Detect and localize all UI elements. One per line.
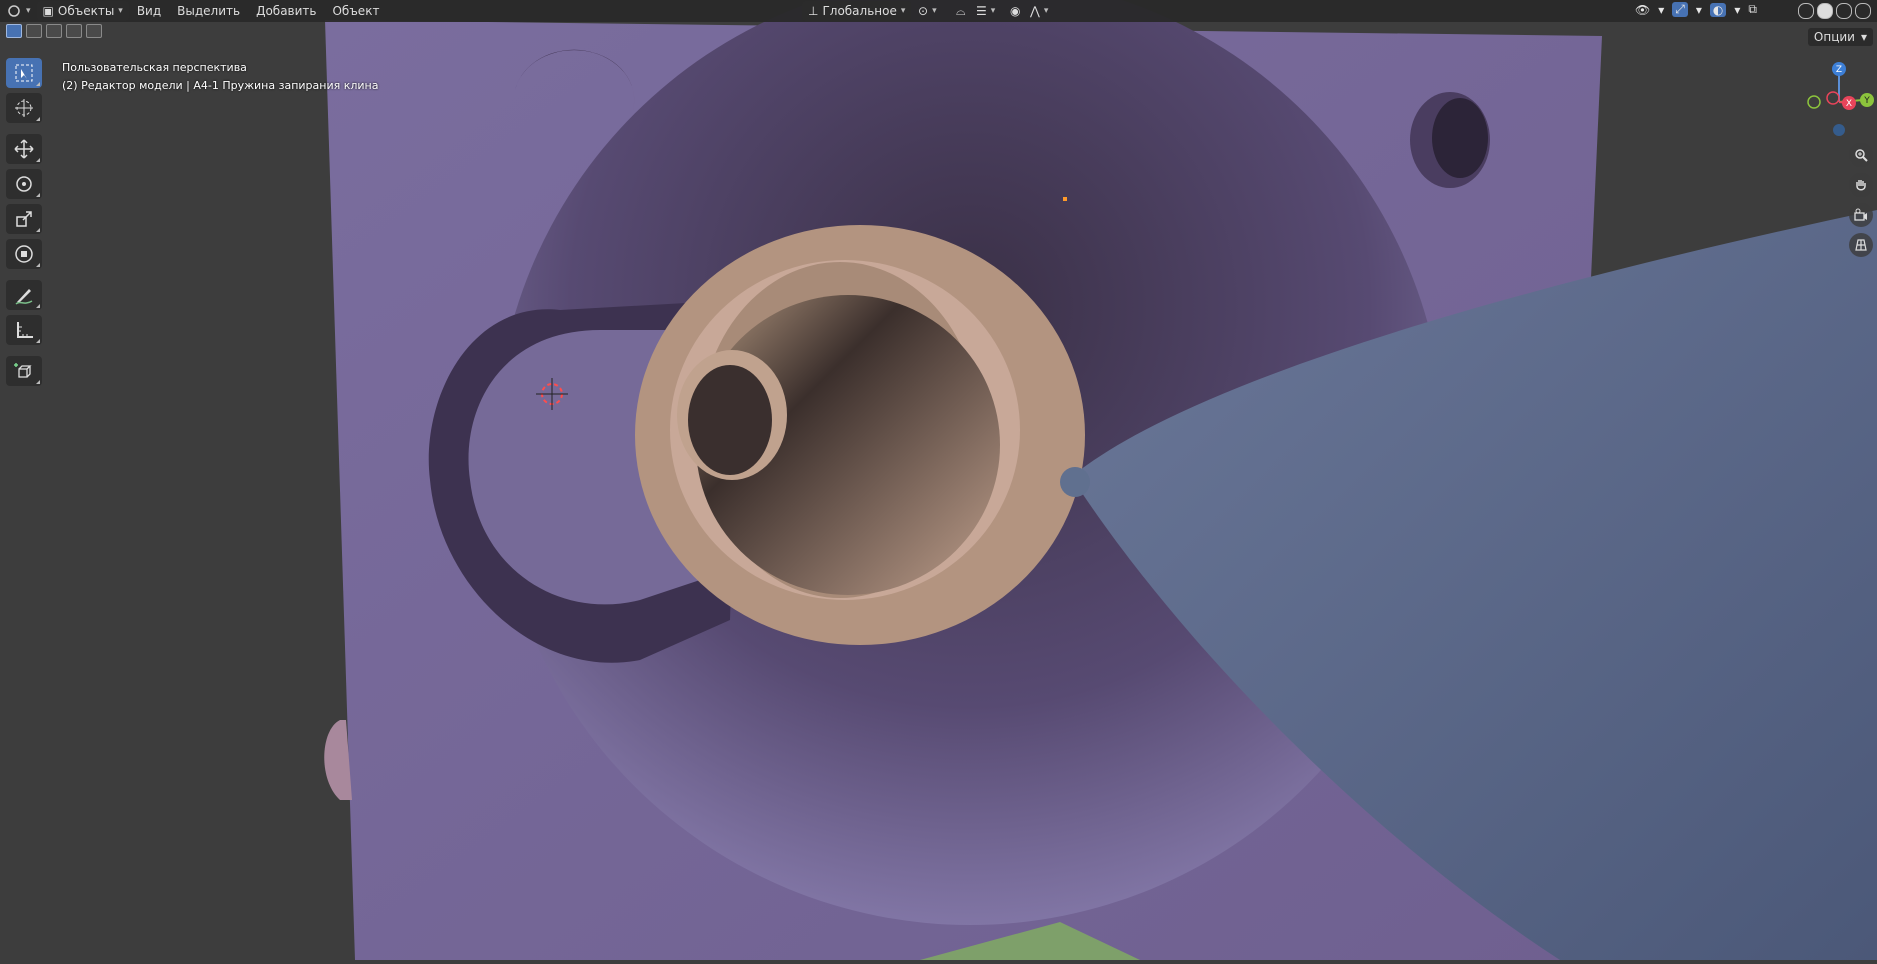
- menu-view[interactable]: Вид: [129, 4, 169, 18]
- add-cube-icon: [14, 363, 32, 378]
- solid-shading-icon[interactable]: [1817, 3, 1833, 19]
- overlay-toggle-icon[interactable]: ◐: [1709, 2, 1727, 17]
- tool-add-cube[interactable]: [6, 356, 42, 386]
- editor-type-button[interactable]: ▾: [0, 1, 37, 21]
- chevron-down-icon: ▾: [26, 6, 31, 16]
- navigation-gizmo[interactable]: Z X Y: [1787, 60, 1877, 150]
- z-axis-label: Z: [1836, 65, 1842, 75]
- view-name: Пользовательская перспектива: [62, 61, 247, 74]
- axis-icon: ⊥: [808, 4, 819, 18]
- chevron-down-icon: ▾: [1860, 30, 1867, 44]
- magnet-icon: ⌓: [956, 3, 966, 18]
- tool-annotate[interactable]: [6, 280, 42, 310]
- chevron-down-icon[interactable]: ▾: [1696, 3, 1702, 17]
- menu-select[interactable]: Выделить: [169, 4, 248, 18]
- options-dropdown[interactable]: Опции ▾: [1807, 28, 1873, 46]
- grid-icon: [1855, 239, 1867, 251]
- options-label: Опции: [1813, 30, 1855, 44]
- tool-move[interactable]: [6, 134, 42, 164]
- menu-object[interactable]: Объект: [324, 4, 387, 18]
- camera-view-button[interactable]: [1849, 203, 1873, 227]
- scene-render: [0, 0, 1877, 960]
- tool-transform[interactable]: [6, 239, 42, 269]
- select-difference-icon[interactable]: [66, 24, 82, 38]
- rendered-shading-icon[interactable]: [1855, 3, 1871, 19]
- falloff-icon: ⋀: [1030, 4, 1040, 18]
- select-intersect-icon[interactable]: [86, 24, 102, 38]
- orientation-label: Глобальное: [822, 4, 897, 18]
- editor-icon: [8, 5, 20, 17]
- pan-button[interactable]: [1849, 173, 1873, 197]
- menu-add[interactable]: Добавить: [248, 4, 324, 18]
- select-extend-icon[interactable]: [26, 24, 42, 38]
- transform-icon: [15, 245, 33, 263]
- 3d-viewport[interactable]: [0, 0, 1877, 960]
- neg-x-axis-icon[interactable]: [1826, 91, 1840, 105]
- chevron-down-icon: ▾: [932, 6, 937, 16]
- chevron-down-icon: ▾: [900, 6, 906, 16]
- select-new-icon[interactable]: [6, 24, 22, 38]
- annotate-icon: [15, 289, 33, 305]
- material-shading-icon[interactable]: [1836, 3, 1852, 19]
- hand-icon: [1856, 180, 1866, 191]
- tool-scale[interactable]: [6, 204, 42, 234]
- xray-icon[interactable]: ⧉: [1748, 2, 1757, 17]
- neg-y-axis-icon[interactable]: [1807, 95, 1821, 109]
- zoom-button[interactable]: [1849, 143, 1873, 167]
- chevron-down-icon: ▾: [990, 6, 996, 16]
- mode-dropdown[interactable]: ▣ Объекты ▾: [36, 1, 129, 21]
- mode-label: Объекты: [57, 4, 115, 18]
- tool-cursor[interactable]: [6, 93, 42, 123]
- camera-icon: [1854, 208, 1867, 221]
- rotate-icon: [16, 176, 32, 192]
- chevron-down-icon: ▾: [118, 6, 123, 16]
- scale-icon: [16, 211, 32, 227]
- y-axis-label: Y: [1863, 96, 1870, 106]
- gizmo-toggle-icon[interactable]: ⤢: [1672, 2, 1688, 17]
- pivot-icon: ⊙: [918, 4, 929, 18]
- zoom-icon: [1855, 149, 1868, 162]
- chevron-down-icon[interactable]: ▾: [1658, 3, 1664, 17]
- measure-icon: [17, 322, 33, 338]
- wireframe-shading-icon[interactable]: [1798, 3, 1814, 19]
- neg-z-axis-icon[interactable]: [1833, 124, 1845, 136]
- visibility-icon[interactable]: 👁: [1635, 3, 1650, 17]
- projection-toggle-button[interactable]: [1849, 233, 1873, 257]
- chevron-down-icon: ▾: [1043, 6, 1049, 16]
- object-info: (2) Редактор модели | A4-1 Пружина запир…: [62, 79, 379, 92]
- object-mode-icon: ▣: [42, 4, 54, 18]
- viewport-header: ▾ ▣ Объекты ▾ Вид Выделить Добавить Объе…: [0, 0, 1877, 22]
- tool-rotate[interactable]: [6, 169, 42, 199]
- cursor-icon: [15, 99, 33, 117]
- snap-icon: ☰: [976, 4, 987, 18]
- tool-shelf: [4, 58, 44, 391]
- selection-mode-bar: [0, 24, 102, 40]
- chevron-down-icon[interactable]: ▾: [1734, 3, 1740, 17]
- select-box-icon: [15, 64, 33, 82]
- snap-toggle[interactable]: ⌓: [950, 1, 972, 21]
- falloff-button[interactable]: ⋀ ▾: [1024, 1, 1054, 21]
- proportional-icon: ◉: [1010, 4, 1021, 18]
- tool-measure[interactable]: [6, 315, 42, 345]
- snap-target-button[interactable]: ☰ ▾: [970, 1, 1001, 21]
- tool-select-box[interactable]: [6, 58, 42, 88]
- viewport-info: Пользовательская перспектива (2) Редакто…: [62, 59, 378, 95]
- select-subtract-icon[interactable]: [46, 24, 62, 38]
- transform-orientation-dropdown[interactable]: ⊥ Глобальное ▾: [802, 1, 912, 21]
- x-axis-label: X: [1846, 99, 1852, 109]
- move-icon: [14, 139, 34, 159]
- pivot-point-button[interactable]: ⊙ ▾: [912, 1, 943, 21]
